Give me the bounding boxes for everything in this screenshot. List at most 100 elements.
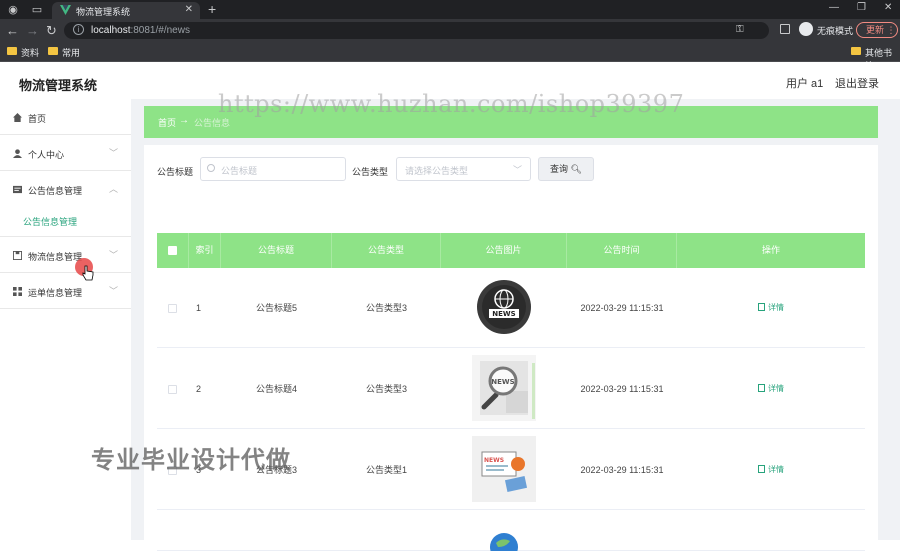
sidebar-item-logistics[interactable]: 物流信息管理 ﹀ — [0, 237, 131, 273]
row-time: 2022-03-29 11:15:31 — [580, 465, 664, 475]
table-header: 索引 公告标题 公告类型 公告图片 公告时间 操作 — [157, 233, 865, 268]
chevron-down-icon: ﹀ — [109, 250, 119, 260]
title-search-input[interactable]: 公告标题 — [200, 157, 346, 181]
sidebar-item-waybill[interactable]: 运单信息管理 ﹀ — [0, 273, 131, 309]
svg-text:NEWS: NEWS — [491, 378, 514, 386]
type-select[interactable]: 请选择公告类型 ﹀ — [396, 157, 531, 181]
incognito-icon[interactable] — [799, 22, 813, 36]
detail-button[interactable]: 详情 — [758, 430, 784, 510]
minimize-icon[interactable]: — — [829, 2, 839, 13]
breadcrumb-home[interactable]: 首页 — [158, 116, 176, 129]
user-name: 用户 a1 — [786, 78, 824, 90]
sidebar-item-profile[interactable]: 个人中心 ﹀ — [0, 135, 131, 171]
row-type: 公告类型3 — [365, 303, 407, 313]
chevron-up-icon: ︿ — [109, 184, 119, 194]
search-icon: 🔍︎ — [570, 164, 582, 174]
incognito-label: 无痕模式 — [817, 26, 854, 36]
user-icon — [13, 149, 22, 158]
url-host: localhost — [91, 25, 131, 36]
reload-icon[interactable]: ↻ — [46, 23, 57, 39]
key-icon[interactable]: ⚿ — [736, 24, 744, 35]
forward-icon[interactable]: → — [26, 23, 39, 38]
row-checkbox[interactable] — [168, 304, 177, 313]
row-index: 2 — [196, 384, 202, 394]
sidebar-subitem-notice-manage[interactable]: 公告信息管理 — [0, 207, 131, 237]
vue-logo-icon — [60, 5, 71, 15]
search-icon — [207, 164, 215, 172]
tab-search-icon[interactable]: ▭ — [30, 3, 44, 17]
news-globe-image: NEWS — [472, 274, 536, 340]
bookmark-folder-1[interactable]: 资料 — [7, 46, 39, 59]
back-icon[interactable]: ← — [6, 23, 19, 38]
list-card: 公告标题 公告标题 公告类型 请选择公告类型 ﹀ 查询 🔍︎ 索引 公告标题 公… — [144, 145, 878, 551]
header-title[interactable]: 公告标题 — [221, 233, 332, 268]
browser-tab-active[interactable]: 物流管理系统 ✕ — [52, 2, 200, 19]
row-time: 2022-03-29 11:15:31 — [580, 384, 664, 394]
row-checkbox[interactable] — [168, 385, 177, 394]
detail-icon — [758, 465, 765, 473]
header-image[interactable]: 公告图片 — [441, 233, 567, 268]
select-all-cell — [157, 233, 189, 268]
sidebar-item-label: 物流信息管理 — [28, 252, 83, 262]
tab-title: 物流管理系统 — [76, 7, 131, 17]
sidebar-subitem-label: 公告信息管理 — [23, 217, 78, 227]
app-brand: 物流管理系统 — [19, 78, 98, 93]
tab-close-icon[interactable]: ✕ — [185, 4, 193, 15]
type-placeholder: 请选择公告类型 — [405, 166, 469, 176]
title-placeholder: 公告标题 — [221, 166, 258, 176]
site-info-icon[interactable]: i — [73, 24, 84, 35]
box-icon — [13, 251, 22, 260]
news-globe-image — [490, 533, 518, 551]
header-index[interactable]: 索引 — [189, 233, 221, 268]
detail-button[interactable]: 详情 — [758, 268, 784, 348]
home-icon — [13, 113, 22, 122]
sidebar-item-label: 公告信息管理 — [28, 186, 83, 196]
url-watermark: https://www.huzhan.com/ishop39397 — [218, 90, 685, 118]
row-title: 公告标题4 — [255, 384, 297, 394]
sidebar-item-notice[interactable]: 公告信息管理 ︿ — [0, 171, 131, 207]
detail-label: 详情 — [768, 465, 784, 474]
row-type: 公告类型1 — [365, 465, 407, 475]
bookmarks-bar: 资料 常用 其他书签 — [0, 42, 900, 71]
news-magnifier-image: NEWS — [472, 355, 536, 421]
row-type: 公告类型3 — [365, 384, 407, 394]
restore-icon[interactable]: ❐ — [857, 2, 866, 13]
grid-icon — [13, 287, 22, 296]
select-all-checkbox[interactable] — [168, 246, 177, 255]
side-panel-icon[interactable] — [780, 24, 790, 34]
table-row: 2 公告标题4 公告类型3 NEWS 2022-03-29 11:15:31 详… — [157, 349, 865, 429]
detail-label: 详情 — [768, 384, 784, 393]
detail-button[interactable]: 详情 — [758, 349, 784, 429]
url-path: :8081/#/news — [130, 25, 190, 36]
update-button[interactable]: 更新 ⋮ — [856, 22, 898, 38]
svg-text:NEWS: NEWS — [492, 310, 515, 318]
new-tab-button[interactable]: + — [208, 1, 216, 17]
browser-menu-icon[interactable]: ◉ — [6, 3, 20, 17]
detail-label: 详情 — [768, 303, 784, 312]
sidebar-item-label: 运单信息管理 — [28, 288, 83, 298]
search-button[interactable]: 查询 🔍︎ — [538, 157, 594, 181]
title-filter-label: 公告标题 — [157, 167, 194, 177]
header-type[interactable]: 公告类型 — [332, 233, 441, 268]
chevron-down-icon: ﹀ — [109, 286, 119, 296]
logout-link[interactable]: 退出登录 — [835, 75, 879, 91]
update-label: 更新 — [866, 25, 885, 35]
browser-tab-strip: ◉ ▭ 物流管理系统 ✕ + — ❐ ✕ — [0, 0, 900, 19]
row-time: 2022-03-29 11:15:31 — [580, 303, 664, 313]
sidebar-item-label: 个人中心 — [28, 150, 65, 160]
hand-cursor-icon — [82, 265, 94, 281]
chevron-down-icon: ﹀ — [109, 148, 119, 158]
news-laptop-image: NEWS — [472, 436, 536, 502]
sidebar-item-label: 首页 — [28, 114, 47, 124]
chevron-down-icon: ﹀ — [512, 165, 522, 175]
table-row: 1 公告标题5 公告类型3 NEWS 2022-03-29 11:15:31 详… — [157, 268, 865, 348]
type-filter-label: 公告类型 — [352, 167, 389, 177]
bookmark-folder-2[interactable]: 常用 — [48, 46, 80, 59]
sidebar-item-home[interactable]: 首页 — [0, 99, 131, 135]
url-input[interactable]: i localhost:8081/#/news — [64, 22, 769, 39]
header-time[interactable]: 公告时间 — [567, 233, 677, 268]
detail-icon — [758, 303, 765, 311]
search-button-label: 查询 — [550, 164, 569, 174]
window-close-icon[interactable]: ✕ — [884, 2, 892, 13]
row-index: 1 — [196, 303, 202, 313]
